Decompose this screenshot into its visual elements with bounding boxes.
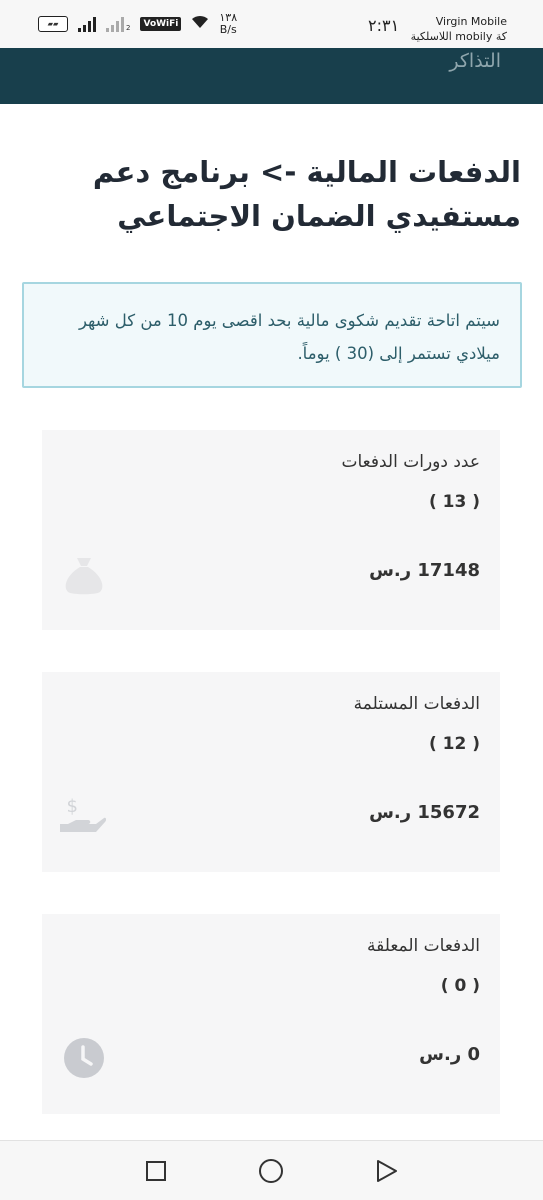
- card-count: ( 0 ): [440, 976, 480, 996]
- money-bag-icon: [62, 552, 106, 596]
- app-header: التذاكر: [0, 48, 543, 104]
- back-button[interactable]: [372, 1157, 400, 1185]
- info-notice: سيتم اتاحة تقديم شكوى مالية بحد اقصى يوم…: [22, 282, 522, 388]
- home-button[interactable]: [257, 1157, 285, 1185]
- carrier-name: Virgin Mobile كة mobily اللاسلكية: [410, 15, 507, 43]
- circle-icon: [259, 1159, 283, 1183]
- notice-text: سيتم اتاحة تقديم شكوى مالية بحد اقصى يوم…: [78, 311, 500, 363]
- battery-icon: ▰▰: [38, 16, 68, 32]
- card-amount: 0 ر.س: [419, 1044, 480, 1065]
- page-title: الدفعات المالية -> برنامج دعم مستفيدي ال…: [92, 155, 521, 233]
- status-bar: ▰▰ 2 VoWiFi ١٣٨ B/s ٢:٣١ Virgin Mobile ك…: [0, 0, 543, 48]
- main-content: الدفعات المالية -> برنامج دعم مستفيدي ال…: [0, 104, 543, 1140]
- vowifi-badge: VoWiFi: [140, 17, 182, 31]
- signal-sim2-icon: 2: [106, 16, 130, 32]
- wifi-icon: [191, 15, 209, 33]
- card-label: عدد دورات الدفعات: [341, 452, 481, 472]
- status-icons: ▰▰ 2 VoWiFi ١٣٨ B/s: [38, 12, 237, 36]
- recents-button[interactable]: [142, 1157, 170, 1185]
- card-label: الدفعات المعلقة: [366, 936, 480, 956]
- triangle-icon: [377, 1160, 397, 1182]
- clock-time: ٢:٣١: [368, 16, 400, 35]
- pending-payments-card: الدفعات المعلقة ( 0 ) 0 ر.س: [42, 914, 500, 1114]
- clock-icon: [62, 1036, 106, 1080]
- card-label: الدفعات المستلمة: [353, 694, 480, 714]
- card-amount: 17148 ر.س: [369, 560, 480, 581]
- square-icon: [146, 1161, 166, 1181]
- network-speed: ١٣٨ B/s: [219, 11, 238, 36]
- header-tab-tickets[interactable]: التذاكر: [449, 50, 501, 72]
- signal-icon: [78, 16, 96, 32]
- card-amount: 15672 ر.س: [369, 802, 480, 823]
- card-count: ( 13 ): [428, 492, 480, 512]
- system-nav-bar: [0, 1140, 543, 1200]
- received-payments-card: الدفعات المستلمة ( 12 ) 15672 ر.س $: [42, 672, 500, 872]
- svg-text:$: $: [67, 796, 78, 817]
- payment-cycles-card: عدد دورات الدفعات ( 13 ) 17148 ر.س: [42, 430, 500, 630]
- hand-dollar-icon: $: [60, 794, 107, 838]
- card-count: ( 12 ): [428, 734, 480, 754]
